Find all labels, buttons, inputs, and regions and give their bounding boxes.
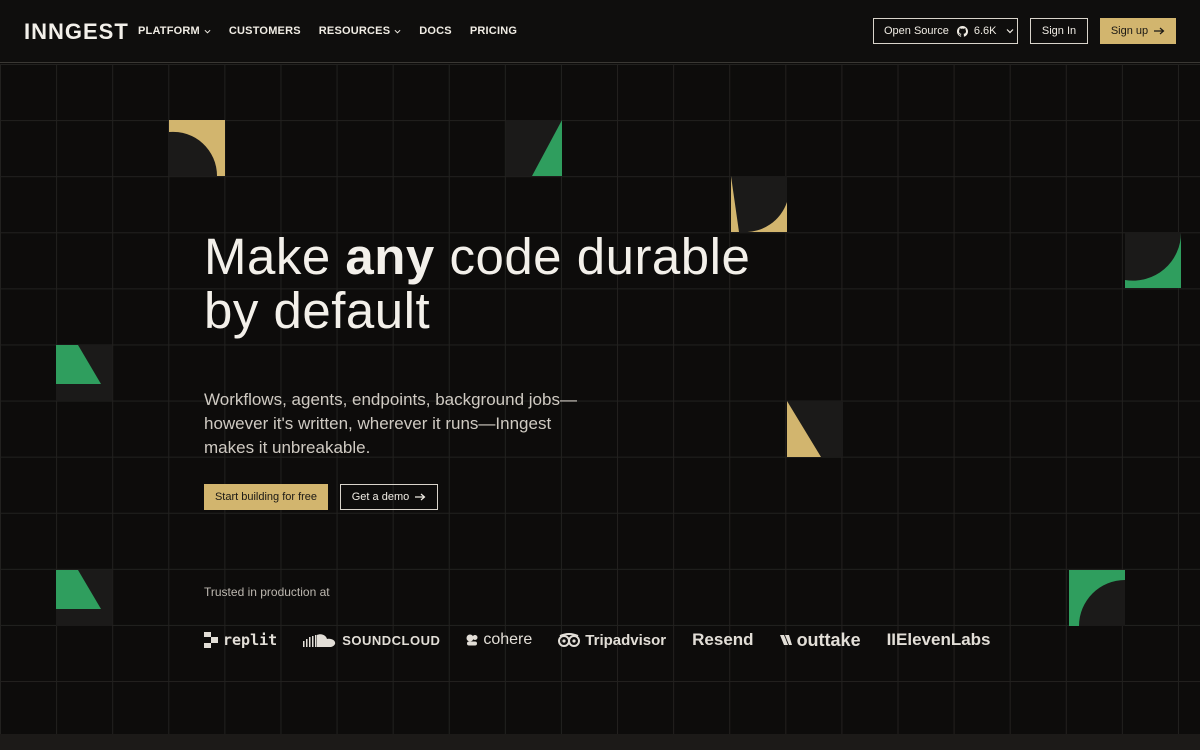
nav-docs-label: DOCS	[419, 25, 452, 37]
cohere-text: cohere	[483, 631, 533, 648]
nav-platform[interactable]: PLATFORM	[138, 25, 211, 37]
outtake-text: outtake	[796, 629, 861, 650]
replit-icon	[204, 632, 218, 648]
decor-tile	[169, 120, 225, 176]
replit-text: replit	[223, 631, 278, 649]
sign-up-label: Sign up	[1110, 25, 1149, 37]
tripadvisor-icon	[558, 633, 581, 647]
tripadvisor-text: Tripadvisor	[585, 631, 667, 649]
nav-resources-label: RESOURCES	[318, 25, 391, 37]
chevron-down-icon	[204, 29, 211, 34]
elevenlabs-logo: IIElevenLabs	[887, 630, 991, 650]
headline-emphasis: any	[345, 228, 435, 285]
github-icon	[956, 25, 968, 37]
decor-tile	[1125, 232, 1181, 288]
cohere-logo: cohere	[466, 631, 532, 649]
nav-customers[interactable]: CUSTOMERS	[229, 25, 301, 37]
decor-tile	[1069, 570, 1125, 626]
hero-subtitle: Workflows, agents, endpoints, background…	[204, 388, 624, 460]
tripadvisor-logo: Tripadvisor	[558, 632, 666, 649]
inngest-logo[interactable]: INNGEST	[24, 19, 129, 45]
hero-headline: Make any code durable by default	[204, 230, 750, 338]
decor-tile	[56, 570, 112, 626]
nav-resources[interactable]: RESOURCES	[319, 25, 401, 37]
github-stars: 6.6K	[973, 25, 997, 37]
get-demo-button[interactable]: Get a demo	[340, 484, 438, 510]
headline-post: code durable	[434, 228, 751, 285]
nav-pricing[interactable]: PRICING	[470, 25, 517, 37]
sign-up-button[interactable]: Sign up	[1100, 18, 1176, 44]
get-demo-label: Get a demo	[351, 491, 410, 503]
open-source-label: Open Source	[884, 25, 949, 37]
open-source-button[interactable]: Open Source 6.6K	[873, 18, 1018, 44]
headline-line2: by default	[204, 282, 431, 339]
cohere-icon	[466, 634, 478, 646]
trusted-label: Trusted in production at	[204, 585, 330, 599]
soundcloud-icon	[303, 634, 336, 647]
arrow-right-icon	[1154, 27, 1165, 35]
main-nav: PLATFORM CUSTOMERS RESOURCES DOCS PRICIN…	[138, 25, 535, 37]
site-header: INNGEST PLATFORM CUSTOMERS RESOURCES DOC…	[0, 0, 1200, 63]
bottom-band	[0, 734, 1200, 750]
outtake-icon	[779, 635, 792, 645]
decor-tile	[56, 345, 112, 401]
chevron-down-icon	[1007, 29, 1014, 34]
subtitle-line3: makes it unbreakable.	[204, 438, 371, 457]
resend-logo: Resend	[692, 630, 753, 650]
chevron-down-icon	[394, 29, 401, 34]
elevenlabs-text: IIElevenLabs	[886, 630, 991, 649]
resend-text: Resend	[692, 630, 754, 649]
decor-tile	[787, 401, 843, 457]
arrow-right-icon	[415, 493, 426, 501]
nav-docs[interactable]: DOCS	[419, 25, 452, 37]
subtitle-line1: Workflows, agents, endpoints, background…	[204, 390, 577, 409]
subtitle-line2: however it's written, wherever it runs—I…	[204, 414, 552, 433]
sign-in-button[interactable]: Sign In	[1030, 18, 1088, 44]
nav-pricing-label: PRICING	[469, 25, 518, 37]
start-building-button[interactable]: Start building for free	[204, 484, 328, 510]
headline-pre: Make	[204, 228, 346, 285]
outtake-logo: outtake	[779, 629, 861, 651]
soundcloud-text: SOUNDCLOUD	[342, 632, 441, 648]
replit-logo: replit	[204, 631, 277, 649]
nav-customers-label: CUSTOMERS	[228, 25, 301, 37]
decor-tile	[506, 120, 562, 176]
customer-logos: replit SOUNDCLOUD cohere Tripadvisor Res…	[204, 628, 991, 652]
nav-platform-label: PLATFORM	[138, 25, 200, 37]
decor-tile	[731, 176, 787, 232]
soundcloud-logo: SOUNDCLOUD	[303, 633, 440, 648]
